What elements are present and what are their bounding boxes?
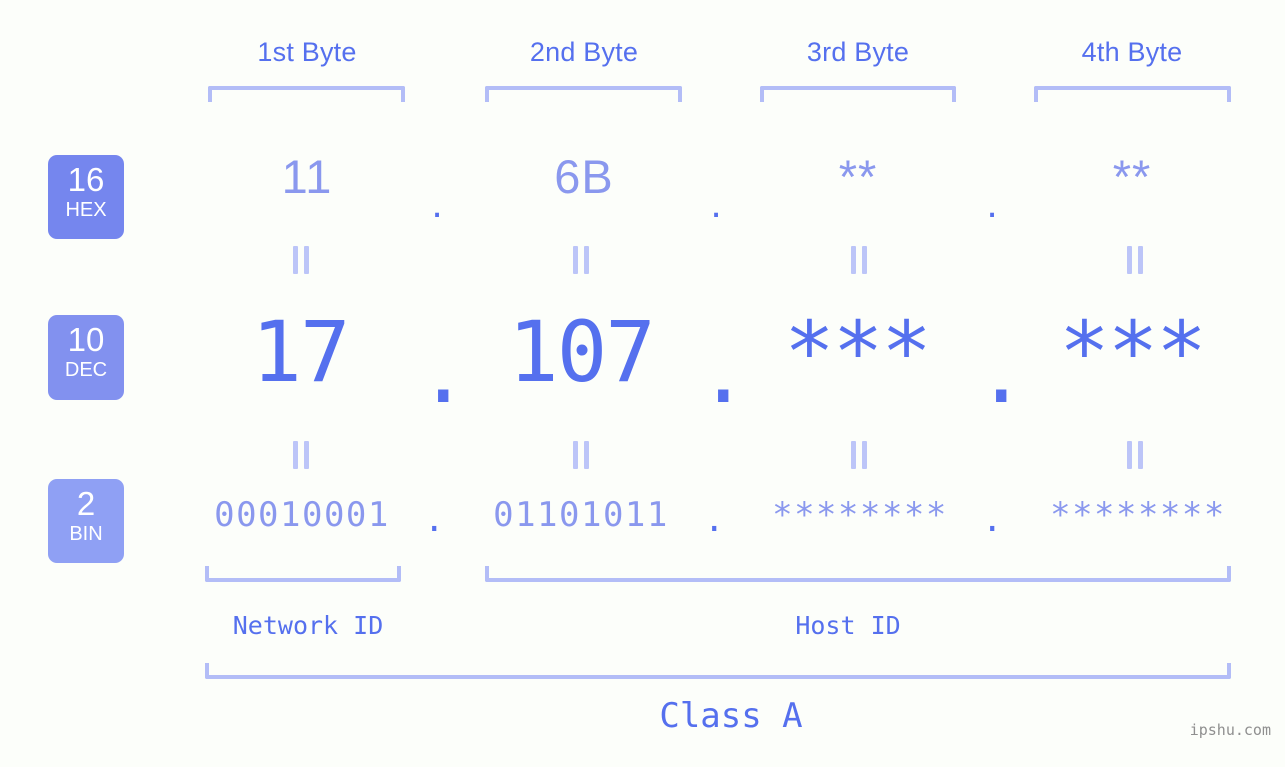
watermark: ipshu.com: [1189, 721, 1271, 739]
class-bracket: [205, 663, 1231, 679]
byte-bracket-1: [208, 86, 405, 102]
hex-byte-4: **: [1112, 150, 1152, 203]
base-badge-bin-name: BIN: [69, 523, 103, 545]
host-id-bracket: [485, 566, 1231, 582]
byte-header-4: 4th Byte: [1081, 37, 1183, 67]
base-badge-hex-name: HEX: [65, 199, 107, 221]
dec-byte-2: 107: [508, 303, 656, 401]
equals-icon-hex-dec-4: [1124, 246, 1146, 274]
byte-header-2: 2nd Byte: [529, 37, 639, 67]
ip-address-diagram: 1st Byte 2nd Byte 3rd Byte 4th Byte 16 H…: [0, 0, 1285, 767]
network-id-label: Network ID: [232, 611, 384, 640]
dec-byte-4: ***: [1059, 303, 1207, 401]
equals-icon-dec-bin-4: [1124, 441, 1146, 469]
bin-separator-2: .: [704, 500, 725, 540]
base-badge-dec-name: DEC: [64, 359, 108, 381]
dec-separator-1: .: [418, 324, 469, 422]
base-badge-bin: 2 BIN: [48, 479, 124, 563]
bin-separator-1: .: [424, 500, 445, 540]
equals-icon-dec-bin-3: [848, 441, 870, 469]
class-label: Class A: [659, 696, 803, 736]
dec-byte-3: ***: [784, 303, 932, 401]
hex-separator-1: .: [431, 182, 443, 226]
byte-header-1: 1st Byte: [257, 37, 357, 67]
network-id-bracket: [205, 566, 401, 582]
hex-byte-3: **: [838, 150, 878, 203]
bin-byte-4: ********: [1050, 495, 1226, 535]
hex-separator-3: .: [986, 182, 998, 226]
byte-bracket-4: [1034, 86, 1231, 102]
byte-bracket-3: [760, 86, 956, 102]
base-badge-hex-number: 16: [67, 161, 105, 198]
dec-separator-2: .: [698, 324, 749, 422]
base-badge-dec-number: 10: [67, 321, 105, 358]
base-badge-dec: 10 DEC: [48, 315, 124, 400]
bin-byte-3: ********: [772, 495, 948, 535]
byte-bracket-2: [485, 86, 682, 102]
hex-separator-2: .: [710, 182, 722, 226]
bin-byte-2: 01101011: [493, 495, 669, 535]
dec-separator-3: .: [976, 324, 1027, 422]
hex-byte-2: 6B: [554, 150, 614, 203]
equals-icon-hex-dec-1: [290, 246, 312, 274]
byte-header-3: 3rd Byte: [806, 37, 910, 67]
dec-byte-1: 17: [251, 303, 350, 401]
bin-separator-3: .: [982, 500, 1003, 540]
base-badge-hex: 16 HEX: [48, 155, 124, 239]
equals-icon-hex-dec-3: [848, 246, 870, 274]
bin-byte-1: 00010001: [214, 495, 390, 535]
equals-icon-hex-dec-2: [570, 246, 592, 274]
equals-icon-dec-bin-1: [290, 441, 312, 469]
equals-icon-dec-bin-2: [570, 441, 592, 469]
base-badge-bin-number: 2: [76, 485, 96, 522]
host-id-label: Host ID: [795, 611, 901, 640]
hex-byte-1: 11: [281, 150, 333, 203]
